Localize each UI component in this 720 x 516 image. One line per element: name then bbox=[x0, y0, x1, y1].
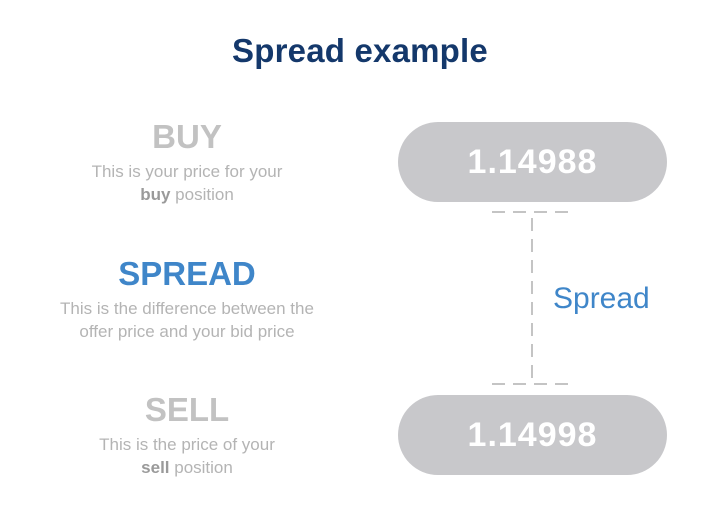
spread-block: SPREAD This is the difference between th… bbox=[22, 255, 352, 343]
buy-price-pill: 1.14988 bbox=[398, 122, 667, 202]
buy-heading: BUY bbox=[152, 118, 222, 155]
sell-description-line1: This is the price of your bbox=[99, 435, 275, 454]
buy-description: This is your price for your buy position bbox=[22, 160, 352, 206]
spread-description-line2: offer price and your bid price bbox=[79, 322, 295, 341]
sell-price-pill: 1.14998 bbox=[398, 395, 667, 475]
spread-description: This is the difference between the offer… bbox=[22, 297, 352, 343]
sell-description-bold: sell bbox=[141, 458, 170, 477]
sell-heading: SELL bbox=[144, 391, 230, 428]
spread-heading: SPREAD bbox=[118, 255, 256, 292]
spread-example-diagram: Spread example BUY This is your price fo… bbox=[0, 0, 720, 516]
buy-description-line1: This is your price for your bbox=[91, 162, 283, 181]
sell-description: This is the price of your sell position bbox=[22, 433, 352, 479]
sell-block: SELL This is the price of your sell posi… bbox=[22, 391, 352, 479]
buy-block: BUY This is your price for your buy posi… bbox=[22, 118, 352, 206]
buy-description-bold: buy bbox=[140, 185, 171, 204]
spread-description-line1: This is the difference between the bbox=[60, 299, 314, 318]
spread-marker-label: Spread bbox=[553, 282, 650, 315]
page-title: Spread example bbox=[232, 32, 488, 69]
buy-description-rest: position bbox=[170, 185, 234, 204]
sell-description-rest: position bbox=[169, 458, 233, 477]
